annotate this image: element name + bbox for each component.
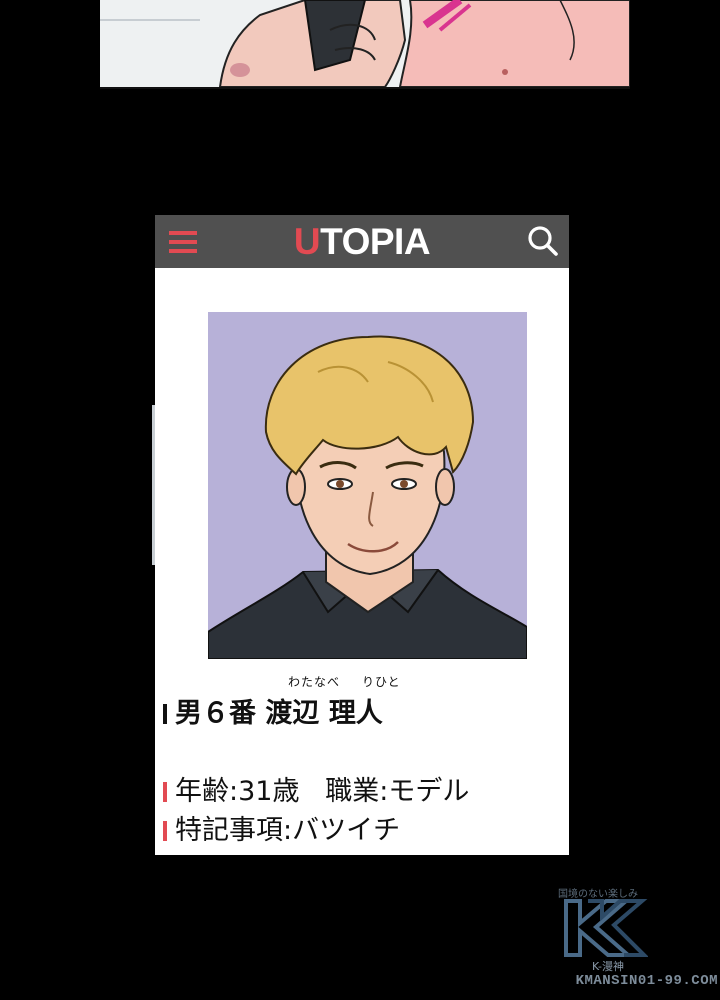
app-title: UTOPIA: [155, 215, 569, 268]
age-value: 31歳: [238, 776, 300, 807]
profile-age-job-line: 年齢:31歳 職業:モデル: [163, 769, 469, 808]
surname-reading: わたなべ: [288, 675, 341, 689]
profile-notes-line: 特記事項:バツイチ: [163, 808, 400, 847]
profile-number: 男６番: [175, 698, 256, 729]
profile-surname: 渡辺: [265, 698, 320, 729]
job-value: モデル: [388, 776, 470, 807]
phone-screen: UTOPIA わたなべ りひと 男６番 渡辺 理人 年齢:31歳 職業:モデル …: [155, 215, 569, 855]
app-title-rest: TOPIA: [320, 221, 431, 262]
job-label: 職業:: [325, 776, 389, 807]
profile-portrait: [208, 312, 527, 659]
watermark-brand: K-漫神: [591, 960, 625, 973]
search-icon[interactable]: [525, 223, 561, 259]
given-name-reading: りひと: [362, 675, 401, 689]
app-header: UTOPIA: [155, 215, 569, 268]
panel-illustration: [100, 0, 630, 87]
age-marker: [163, 782, 167, 802]
notes-label: 特記事項:: [175, 815, 293, 846]
watermark: 国境のない楽しみ K-漫神 KMANSIN01-99.COM: [548, 885, 718, 995]
watermark-logo: [564, 899, 648, 957]
profile-name-line: 男６番 渡辺 理人: [163, 691, 383, 730]
notes-marker: [163, 821, 167, 841]
profile-given-name: 理人: [328, 698, 383, 729]
notes-value: バツイチ: [292, 815, 401, 846]
watermark-url: KMANSIN01-99.COM: [575, 973, 718, 989]
name-marker: [163, 704, 167, 724]
manga-page: UTOPIA わたなべ りひと 男６番 渡辺 理人 年齢:31歳 職業:モデル …: [0, 0, 720, 1000]
app-title-accent-letter: U: [293, 221, 321, 262]
age-label: 年齢:: [175, 776, 239, 807]
top-manga-panel: [100, 0, 630, 89]
